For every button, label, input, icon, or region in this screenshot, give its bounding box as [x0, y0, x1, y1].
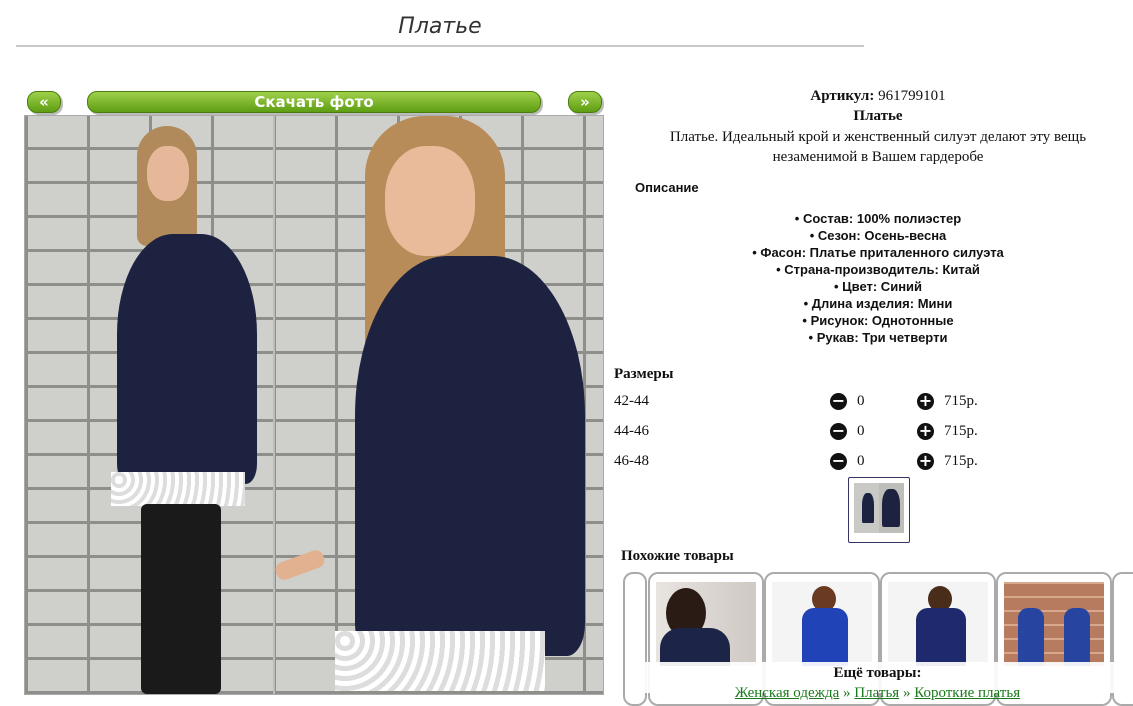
plus-circle-icon[interactable]: +: [917, 453, 934, 470]
description-title: Описание: [635, 180, 699, 195]
model-left-legs: [141, 504, 221, 694]
plus-circle-icon[interactable]: +: [917, 423, 934, 440]
more-title: Ещё товары:: [833, 665, 922, 681]
similar-card-image: [772, 582, 872, 666]
article-line: Артикул: 961799101: [612, 88, 1133, 105]
minus-circle-icon[interactable]: −: [830, 423, 847, 440]
spec-item: Состав: 100% полиэстер: [612, 210, 1133, 227]
size-qty: 0: [857, 393, 865, 409]
similar-card-image: [888, 582, 988, 666]
thumbnail-image: [854, 483, 904, 533]
breadcrumb-link-dresses[interactable]: Платья: [854, 685, 899, 701]
prev-photo-button[interactable]: «: [27, 91, 61, 113]
minus-circle-icon[interactable]: −: [830, 453, 847, 470]
breadcrumb-separator: »: [899, 685, 915, 701]
photo-divider: [273, 116, 275, 694]
size-row: 46-48 − 0 + 715р.: [614, 453, 1034, 475]
size-row: 42-44 − 0 + 715р.: [614, 393, 1034, 415]
breadcrumb-separator: »: [839, 685, 855, 701]
model-left-face: [147, 146, 189, 201]
spec-item: Фасон: Платье приталенного силуэта: [612, 244, 1133, 261]
card-model-dress: [1064, 608, 1090, 666]
article-value: 961799101: [878, 88, 946, 104]
spec-list: Состав: 100% полиэстер Сезон: Осень-весн…: [612, 210, 1133, 346]
spec-item: Сезон: Осень-весна: [612, 227, 1133, 244]
spec-item: Рукав: Три четверти: [612, 329, 1133, 346]
size-price: 715р.: [944, 453, 978, 469]
product-name: Платье: [853, 108, 903, 124]
similar-title: Похожие товары: [621, 548, 734, 564]
size-price: 715р.: [944, 393, 978, 409]
model-right-face: [385, 146, 475, 256]
card-model-dress: [660, 628, 730, 666]
product-description: Платье. Идеальный крой и женственный сил…: [669, 129, 1087, 165]
size-qty: 0: [857, 453, 865, 469]
size-label: 42-44: [614, 393, 649, 409]
model-right-lace-hem: [335, 631, 545, 691]
sizes-title: Размеры: [614, 366, 674, 382]
spec-item: Цвет: Синий: [612, 278, 1133, 295]
thumbnail-figure: [862, 493, 874, 523]
spec-item: Рисунок: Однотонные: [612, 312, 1133, 329]
size-row: 44-46 − 0 + 715р.: [614, 423, 1034, 445]
model-left-lace-hem: [111, 472, 245, 506]
card-model-dress: [802, 608, 848, 666]
article-label: Артикул:: [810, 88, 875, 104]
model-right-dress: [355, 256, 585, 656]
size-price: 715р.: [944, 423, 978, 439]
breadcrumb-link-women[interactable]: Женская одежда: [735, 685, 839, 701]
size-qty: 0: [857, 423, 865, 439]
breadcrumb: Женская одежда » Платья » Короткие плать…: [625, 684, 1130, 702]
model-left-dress: [117, 234, 257, 484]
size-label: 46-48: [614, 453, 649, 469]
download-photo-button[interactable]: Скачать фото: [87, 91, 541, 113]
minus-circle-icon[interactable]: −: [830, 393, 847, 410]
next-photo-button[interactable]: »: [568, 91, 602, 113]
similar-card-image: [1004, 582, 1104, 666]
page-title: Платье: [16, 14, 864, 47]
spec-item: Длина изделия: Мини: [612, 295, 1133, 312]
product-photo[interactable]: [24, 115, 604, 695]
photo-thumbnail[interactable]: [848, 477, 910, 543]
similar-card-image: [656, 582, 756, 666]
spec-item: Страна-производитель: Китай: [612, 261, 1133, 278]
more-products: Ещё товары: Женская одежда » Платья » Ко…: [625, 662, 1130, 701]
card-model-dress: [916, 608, 966, 666]
breadcrumb-link-short-dresses[interactable]: Короткие платья: [914, 685, 1020, 701]
plus-circle-icon[interactable]: +: [917, 393, 934, 410]
thumbnail-figure: [882, 489, 900, 527]
card-model-dress: [1018, 608, 1044, 666]
size-label: 44-46: [614, 423, 649, 439]
